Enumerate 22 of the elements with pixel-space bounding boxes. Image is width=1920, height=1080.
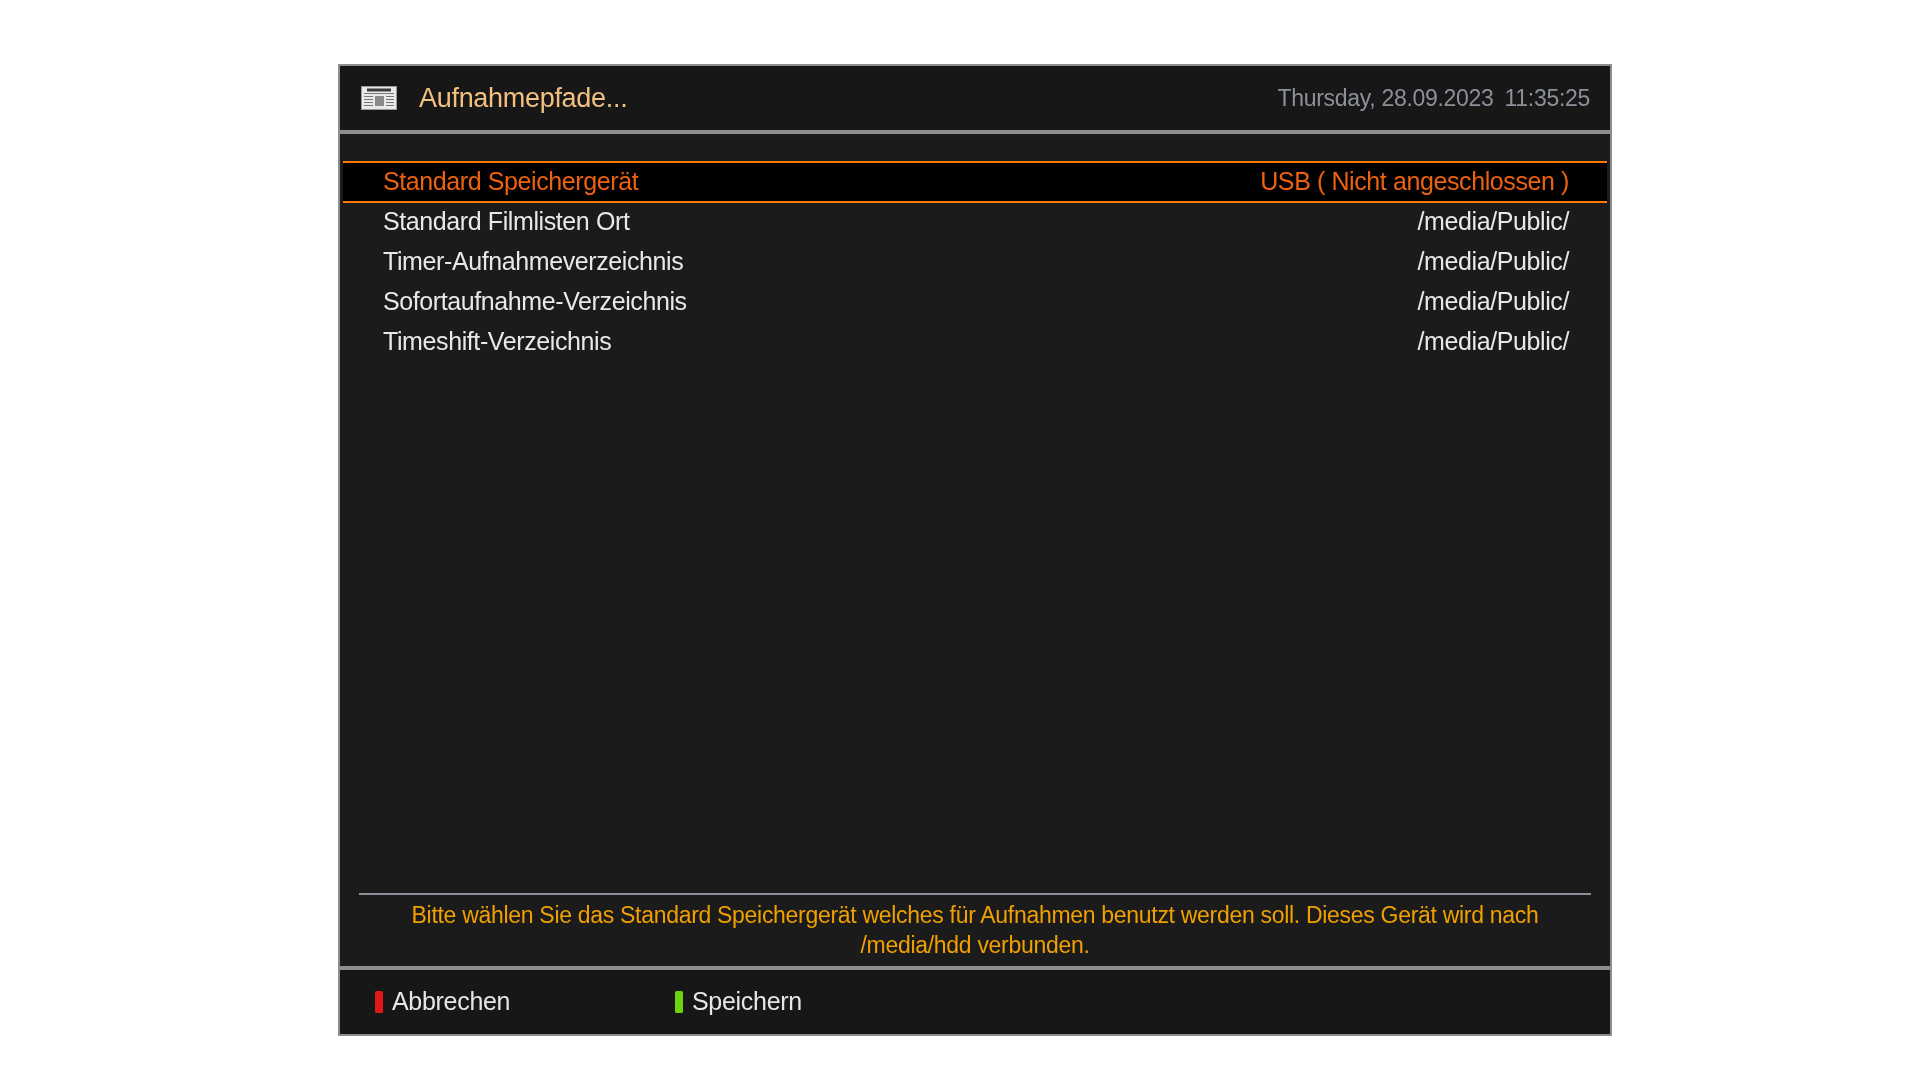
settings-row[interactable]: Standard Speichergerät USB ( Nicht angeschlossen ): [343, 161, 1607, 203]
setting-label: Standard Filmlisten Ort: [383, 206, 630, 238]
setting-label: Standard Speichergerät: [383, 166, 639, 198]
setting-value: /media/Public/: [1417, 326, 1569, 358]
setting-value: /media/Public/: [1417, 286, 1569, 318]
help-text: Bitte wählen Sie das Standard Speichergerät welches für Aufnahmen benutzt werden soll. Dieses Gerät wird nach /media/hdd verbunden.: [410, 901, 1540, 960]
newspaper-icon: [361, 86, 397, 110]
setting-value: /media/Public/: [1417, 206, 1569, 238]
color-key-button[interactable]: Abbrechen: [375, 983, 675, 1021]
setting-label: Sofortaufnahme-Verzeichnis: [383, 286, 687, 318]
color-key-button[interactable]: Speichern: [675, 983, 975, 1021]
setting-label: Timeshift-Verzeichnis: [383, 326, 612, 358]
setting-label: Timer-Aufnahmeverzeichnis: [383, 246, 684, 278]
date-text: Thursday, 28.09.2023: [1277, 83, 1494, 113]
setting-value: /media/Public/: [1417, 246, 1569, 278]
settings-row[interactable]: Standard Filmlisten Ort /media/Public/: [343, 201, 1607, 243]
screen-title: Aufnahmepfade...: [419, 81, 628, 115]
settings-row[interactable]: Sofortaufnahme-Verzeichnis /media/Public/: [343, 281, 1607, 323]
setting-value: USB ( Nicht angeschlossen ): [1260, 166, 1569, 198]
settings-row[interactable]: Timeshift-Verzeichnis /media/Public/: [343, 321, 1607, 363]
settings-row[interactable]: Timer-Aufnahmeverzeichnis /media/Public/: [343, 241, 1607, 283]
clock-text: 11:35:25: [1504, 83, 1590, 113]
